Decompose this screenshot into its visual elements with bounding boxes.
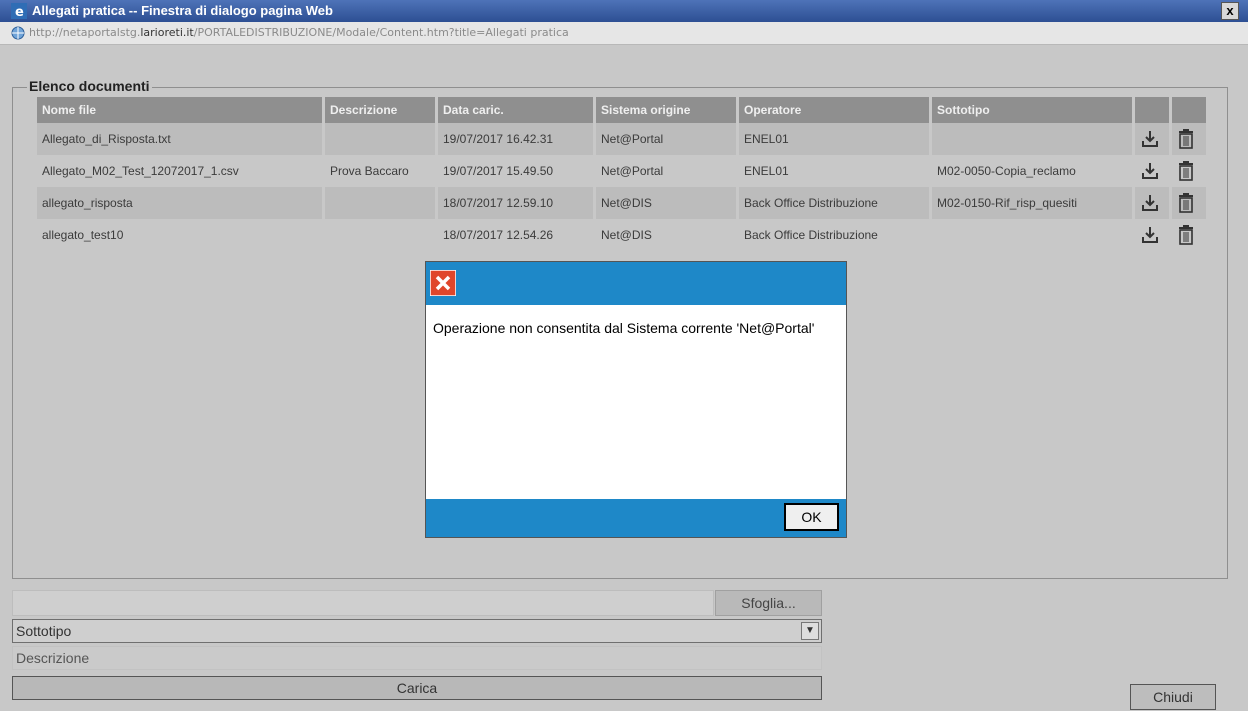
cell-nome-file: Allegato_di_Risposta.txt xyxy=(37,123,322,155)
column-header-download xyxy=(1135,97,1169,123)
error-icon xyxy=(430,270,456,296)
trash-icon[interactable] xyxy=(1177,128,1195,150)
column-header-data[interactable]: Data caric. xyxy=(438,97,593,123)
cell-sottotipo xyxy=(932,219,1132,251)
table-header-row: Nome file Descrizione Data caric. Sistem… xyxy=(37,97,1206,123)
download-icon[interactable] xyxy=(1140,193,1160,213)
download-icon[interactable] xyxy=(1140,225,1160,245)
address-bar: http://netaportalstg.larioreti.it/PORTAL… xyxy=(0,22,1248,45)
cell-data: 18/07/2017 12.59.10 xyxy=(438,187,593,219)
close-button[interactable]: Chiudi xyxy=(1130,684,1216,710)
cell-sistema: Net@DIS xyxy=(601,228,652,242)
table-row[interactable]: Allegato_di_Risposta.txt 19/07/2017 16.4… xyxy=(37,123,1206,155)
trash-icon[interactable] xyxy=(1177,192,1195,214)
address-url: http://netaportalstg.larioreti.it/PORTAL… xyxy=(29,26,569,39)
description-input[interactable]: Descrizione xyxy=(12,646,822,670)
description-placeholder: Descrizione xyxy=(16,650,90,666)
column-header-operatore[interactable]: Operatore xyxy=(739,97,929,123)
cell-delete xyxy=(1172,219,1206,251)
cell-sistema: Net@Portal xyxy=(596,123,736,155)
chevron-down-icon[interactable]: ▼ xyxy=(801,622,819,640)
documents-table: Nome file Descrizione Data caric. Sistem… xyxy=(34,97,1209,251)
trash-icon[interactable] xyxy=(1177,224,1195,246)
documents-legend-text: Elenco documenti xyxy=(29,78,150,94)
cell-download xyxy=(1135,123,1169,155)
download-icon[interactable] xyxy=(1140,161,1160,181)
cell-data: 19/07/2017 16.42.31 xyxy=(438,123,593,155)
cell-descrizione xyxy=(325,219,435,251)
cell-sistema: Net@Portal xyxy=(601,164,664,178)
column-header-sistema[interactable]: Sistema origine xyxy=(596,97,736,123)
window-close-button[interactable]: x xyxy=(1221,2,1239,20)
documents-legend: Elenco documenti xyxy=(27,78,152,94)
cell-operatore: ENEL01 xyxy=(744,164,789,178)
ie-icon: e xyxy=(11,3,27,19)
subtype-select[interactable]: Sottotipo ▼ xyxy=(12,619,822,643)
upload-button[interactable]: Carica xyxy=(12,676,822,700)
window-title-bar: e Allegati pratica -- Finestra di dialog… xyxy=(0,0,1248,22)
cell-delete xyxy=(1172,187,1206,219)
alert-footer: OK xyxy=(426,499,846,537)
cell-nome-file: Allegato_M02_Test_12072017_1.csv xyxy=(42,164,239,178)
cell-download xyxy=(1135,219,1169,251)
column-header-nome-file[interactable]: Nome file xyxy=(37,97,322,123)
table-row[interactable]: allegato_risposta 18/07/2017 12.59.10 Ne… xyxy=(37,187,1206,219)
url-prefix: http://netaportalstg. xyxy=(29,26,141,39)
ok-button[interactable]: OK xyxy=(784,503,839,531)
cell-descrizione: Prova Baccaro xyxy=(330,164,409,178)
alert-dialog: Operazione non consentita dal Sistema co… xyxy=(425,261,847,538)
cell-sottotipo xyxy=(932,123,1132,155)
cell-sottotipo: M02-0050-Copia_reclamo xyxy=(937,164,1076,178)
cell-operatore: ENEL01 xyxy=(739,123,929,155)
url-domain: larioreti.it xyxy=(140,26,194,39)
cell-data: 18/07/2017 12.54.26 xyxy=(443,228,554,242)
table-row[interactable]: allegato_test10 18/07/2017 12.54.26 Net@… xyxy=(37,219,1206,251)
cell-download xyxy=(1135,187,1169,219)
column-header-sottotipo[interactable]: Sottotipo xyxy=(932,97,1132,123)
alert-message: Operazione non consentita dal Sistema co… xyxy=(433,320,815,336)
cell-delete xyxy=(1172,155,1206,187)
subtype-select-value: Sottotipo xyxy=(16,623,72,639)
table-row[interactable]: Allegato_M02_Test_12072017_1.csv Prova B… xyxy=(37,155,1206,187)
column-header-descrizione[interactable]: Descrizione xyxy=(325,97,435,123)
cell-operatore: Back Office Distribuzione xyxy=(739,187,929,219)
cell-download xyxy=(1135,155,1169,187)
file-path-input[interactable] xyxy=(12,590,714,616)
browse-button[interactable]: Sfoglia... xyxy=(715,590,822,616)
cell-delete xyxy=(1172,123,1206,155)
cell-sistema: Net@DIS xyxy=(596,187,736,219)
url-suffix: /PORTALEDISTRIBUZIONE/Modale/Content.htm… xyxy=(193,26,569,39)
trash-icon[interactable] xyxy=(1177,160,1195,182)
cell-data: 19/07/2017 15.49.50 xyxy=(443,164,554,178)
cell-nome-file: allegato_test10 xyxy=(42,228,124,242)
globe-icon xyxy=(11,26,25,40)
svg-text:e: e xyxy=(15,5,24,19)
cell-descrizione xyxy=(325,187,435,219)
cell-nome-file: allegato_risposta xyxy=(37,187,322,219)
cell-sottotipo: M02-0150-Rif_risp_quesiti xyxy=(932,187,1132,219)
cell-operatore: Back Office Distribuzione xyxy=(744,228,878,242)
window-title: Allegati pratica -- Finestra di dialogo … xyxy=(32,3,333,18)
cell-descrizione xyxy=(325,123,435,155)
column-header-delete xyxy=(1172,97,1206,123)
alert-header xyxy=(426,262,846,305)
download-icon[interactable] xyxy=(1140,129,1160,149)
